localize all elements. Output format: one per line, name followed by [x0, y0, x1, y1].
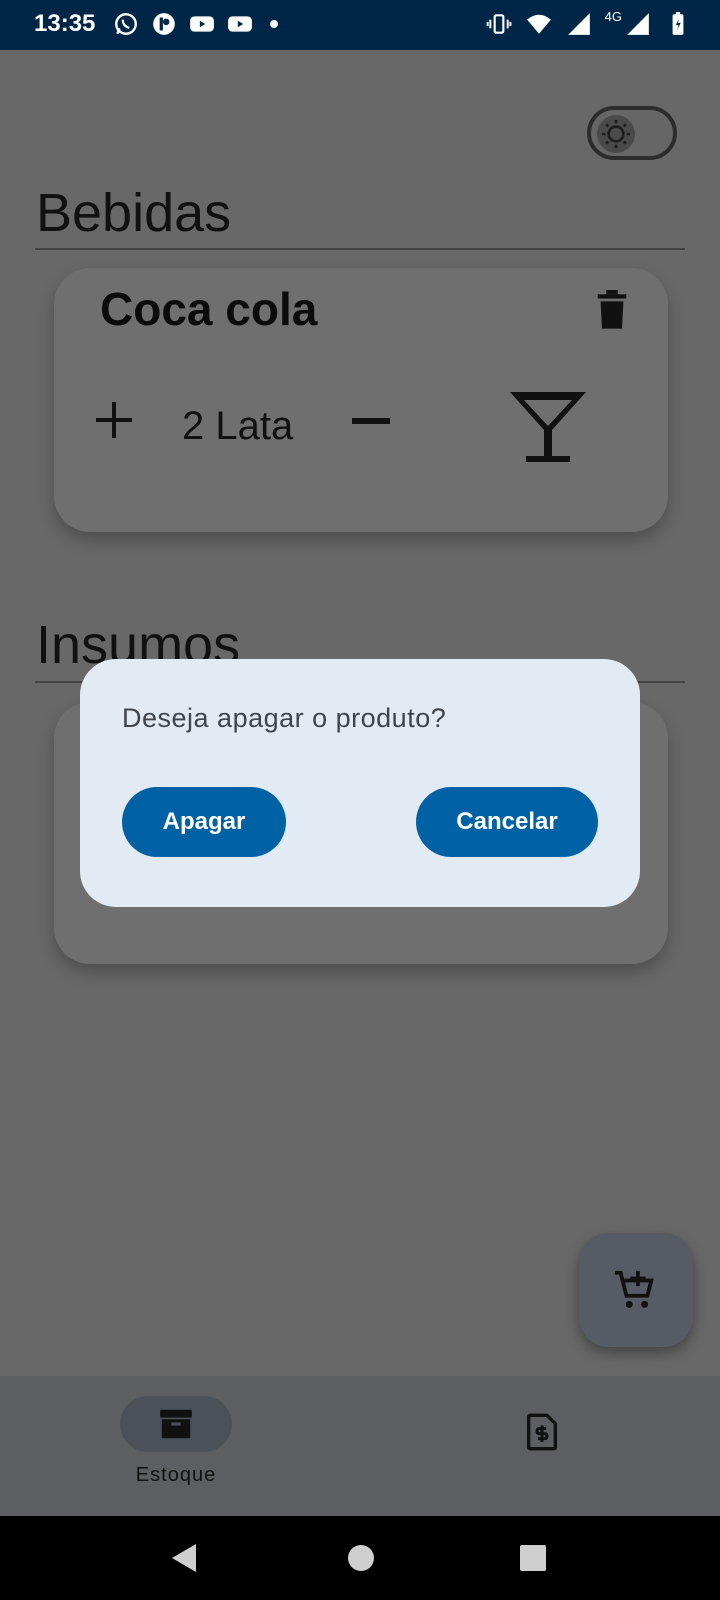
- youtube-icon: [226, 10, 254, 38]
- section-divider: [35, 248, 685, 250]
- app-icon: [150, 10, 178, 38]
- status-bar: 13:35 4G: [0, 0, 720, 50]
- section-title-bebidas: Bebidas: [36, 183, 232, 243]
- confirm-delete-button[interactable]: Apagar: [122, 787, 286, 857]
- cancel-button[interactable]: Cancelar: [416, 787, 598, 857]
- youtube-icon: [188, 10, 216, 38]
- add-to-cart-icon: [614, 1270, 654, 1308]
- wifi-icon: [525, 10, 553, 38]
- status-time: 13:35: [34, 10, 96, 37]
- sun-icon: [602, 120, 630, 148]
- home-icon[interactable]: [347, 1544, 375, 1572]
- increment-button[interactable]: [92, 398, 136, 442]
- archive-box-icon: [160, 1409, 192, 1439]
- signal-icon: [565, 10, 593, 38]
- vibrate-icon: [485, 10, 513, 38]
- add-product-fab[interactable]: [579, 1233, 693, 1347]
- nav-label-estoque: Estoque: [135, 1464, 217, 1486]
- notification-dot-icon: [270, 20, 278, 28]
- decrement-button[interactable]: [352, 418, 390, 424]
- nav-pill-active[interactable]: [120, 1396, 232, 1452]
- product-quantity: 2 Lata: [182, 404, 294, 448]
- theme-toggle[interactable]: [587, 106, 677, 160]
- product-name: Coca cola: [100, 283, 318, 335]
- recents-icon[interactable]: [519, 1544, 547, 1572]
- delete-confirm-dialog: Deseja apagar o produto? Apagar Cancelar: [80, 659, 640, 907]
- network-type-label: 4G: [604, 8, 622, 24]
- status-left-icons: [112, 10, 278, 38]
- product-card[interactable]: Coca cola 2 Lata: [54, 268, 668, 532]
- invoice-dollar-icon: [527, 1413, 557, 1451]
- status-right-icons: 4G: [485, 8, 692, 38]
- trash-icon[interactable]: [594, 290, 630, 330]
- cocktail-glass-icon: [510, 392, 586, 462]
- signal-icon: [624, 10, 652, 38]
- theme-toggle-knob[interactable]: [597, 115, 635, 153]
- back-icon[interactable]: [170, 1542, 200, 1574]
- battery-icon: [664, 10, 692, 38]
- whatsapp-icon: [112, 10, 140, 38]
- dialog-message: Deseja apagar o produto?: [122, 703, 447, 733]
- nav-item-invoices[interactable]: [522, 1412, 562, 1452]
- bottom-navigation: Estoque: [0, 1376, 720, 1516]
- system-navigation-bar: [0, 1516, 720, 1600]
- nav-item-estoque[interactable]: Estoque: [120, 1396, 232, 1487]
